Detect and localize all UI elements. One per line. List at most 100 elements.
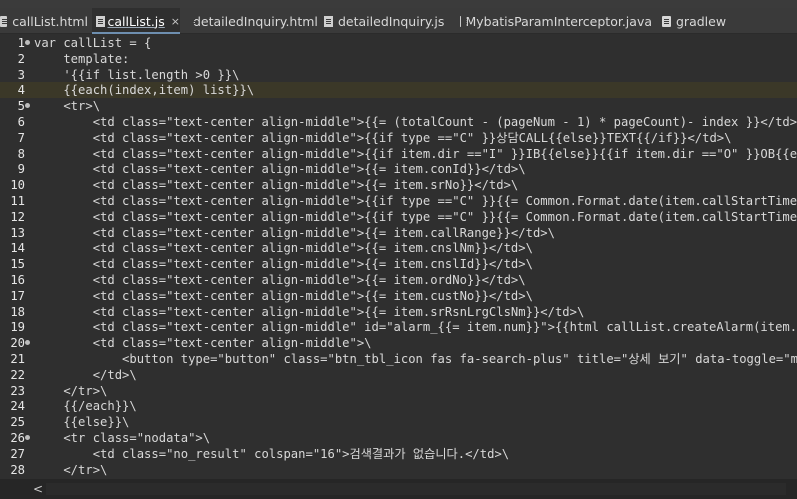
line-number: 13 xyxy=(10,225,25,240)
horizontal-scrollbar[interactable]: < xyxy=(0,479,797,499)
line-number: 2 xyxy=(17,51,25,66)
code-text: <td class="text-center align-middle">{{=… xyxy=(34,304,585,319)
code-line[interactable]: 2 template: xyxy=(0,51,797,67)
tab-label: MybatisParamInterceptor.java xyxy=(465,13,652,29)
code-line[interactable]: 15 <td class="text-center align-middle">… xyxy=(0,256,797,272)
code-text: <td class="text-center align-middle">{{i… xyxy=(34,194,797,208)
scroll-left-arrow-icon[interactable]: < xyxy=(30,479,46,499)
code-line[interactable]: 4 {{each(index,item) list}}\ xyxy=(0,82,797,99)
fold-marker-icon[interactable] xyxy=(25,40,30,45)
code-line[interactable]: 16 <td class="text-center align-middle">… xyxy=(0,272,797,288)
code-line[interactable]: 9 <td class="text-center align-middle">{… xyxy=(0,161,797,177)
line-number: 14 xyxy=(10,241,25,256)
editor-tab-bar: callList.html callList.js × detailedInquiry… xyxy=(0,8,797,34)
code-line[interactable]: 22 </td>\ xyxy=(0,367,797,383)
code-line[interactable]: 1 var callList = { xyxy=(0,35,797,51)
js-file-icon xyxy=(324,15,333,27)
line-number: 9 xyxy=(17,162,25,177)
line-number: 20 xyxy=(10,336,25,351)
line-number: 23 xyxy=(10,383,25,398)
html-file-icon xyxy=(0,15,8,27)
code-line[interactable]: 11 <td class="text-center align-middle">… xyxy=(0,193,797,209)
code-line[interactable]: 26 <tr class="nodata">\ xyxy=(0,430,797,446)
line-number: 24 xyxy=(10,399,25,414)
line-number: 16 xyxy=(10,273,25,287)
code-line[interactable]: 21 <button type="button" class="btn_tbl_… xyxy=(0,351,797,367)
code-text: {{else}}\ xyxy=(34,415,130,430)
js-file-icon xyxy=(96,15,106,27)
code-text: </tr>\ xyxy=(34,383,108,398)
line-number: 10 xyxy=(10,178,25,193)
line-number: 5 xyxy=(17,99,25,114)
code-line[interactable]: 18 <td class="text-center align-middle">… xyxy=(0,304,797,320)
code-text: <button type="button" class="btn_tbl_ico… xyxy=(34,352,797,366)
line-number: 4 xyxy=(17,83,25,98)
code-text: <tr class="nodata">\ xyxy=(34,431,211,445)
code-line[interactable]: 3 '{{if list.length >0 }}\ xyxy=(0,67,797,83)
code-text: <td class="text-center align-middle">{{=… xyxy=(34,241,533,256)
code-line[interactable]: 17 <td class="text-center align-middle">… xyxy=(0,288,797,304)
code-line[interactable]: 5 <tr>\ xyxy=(0,98,797,114)
code-line[interactable]: 25 {{else}}\ xyxy=(0,414,797,430)
scrollbar-track[interactable] xyxy=(46,483,786,495)
tab-calllist-html[interactable]: callList.html xyxy=(0,8,88,34)
code-text: <td class="text-center align-middle">{{i… xyxy=(34,209,797,224)
tab-label: callList.html xyxy=(12,13,88,29)
code-text: <td class="text-center align-middle">{{=… xyxy=(34,178,519,193)
code-text: template: xyxy=(34,51,130,66)
line-number: 7 xyxy=(17,130,25,145)
tab-detailedinquiry-js[interactable]: detailedInquiry.js xyxy=(320,8,450,34)
code-line[interactable]: 12 <td class="text-center align-middle">… xyxy=(0,209,797,225)
code-text: <td class="text-center align-middle">{{=… xyxy=(34,288,533,303)
close-tab-icon[interactable]: × xyxy=(171,15,180,28)
code-text: <td class="text-center align-middle">{{=… xyxy=(34,162,526,177)
tab-calllist-js[interactable]: callList.js × xyxy=(92,8,180,34)
window-top-strip xyxy=(0,0,797,8)
line-number: 12 xyxy=(10,209,25,224)
line-number: 21 xyxy=(10,352,25,366)
line-number: 25 xyxy=(10,415,25,430)
code-text: '{{if list.length >0 }}\ xyxy=(34,67,240,82)
code-line[interactable]: 20 <td class="text-center align-middle">… xyxy=(0,335,797,351)
line-number: 8 xyxy=(17,146,25,161)
line-number: 6 xyxy=(17,115,25,129)
line-number: 19 xyxy=(10,320,25,335)
fold-marker-icon[interactable] xyxy=(25,435,30,440)
line-number: 15 xyxy=(10,257,25,272)
line-number: 11 xyxy=(10,194,25,208)
code-line[interactable]: 24 {{/each}}\ xyxy=(0,398,797,414)
code-text: <td class="text-center align-middle">{{=… xyxy=(34,225,555,240)
line-number: 1 xyxy=(17,36,25,50)
tab-gradlew[interactable]: gradlew xyxy=(658,8,748,34)
code-line[interactable]: 14 <td class="text-center align-middle">… xyxy=(0,240,797,256)
code-line[interactable]: 8 <td class="text-center align-middle">{… xyxy=(0,146,797,162)
code-text: <td class="no_result" colspan="16">검색결과가… xyxy=(34,446,510,461)
tab-detailedinquiry-html[interactable]: detailedInquiry.html xyxy=(184,8,318,34)
code-text: <td class="text-center align-middle">\ xyxy=(34,336,372,351)
code-editor[interactable]: 1 var callList = {2 template: 3 '{{if list… xyxy=(0,34,797,479)
fold-marker-icon[interactable] xyxy=(25,103,30,109)
line-number: 3 xyxy=(17,67,25,82)
tab-label: detailedInquiry.html xyxy=(193,13,318,29)
code-line[interactable]: 23 </tr>\ xyxy=(0,383,797,399)
code-line[interactable]: 28 </tr>\ xyxy=(0,462,797,478)
line-number: 26 xyxy=(10,431,25,445)
code-text: <tr>\ xyxy=(34,99,101,114)
code-line[interactable]: 7 <td class="text-center align-middle">{… xyxy=(0,130,797,146)
tab-mybatisparaminterceptor-java[interactable]: MybatisParamInterceptor.java xyxy=(456,8,652,34)
code-text: var callList = { xyxy=(34,36,152,50)
fold-marker-icon[interactable] xyxy=(25,340,30,346)
code-line[interactable]: 27 <td class="no_result" colspan="16">검색… xyxy=(0,446,797,462)
code-text: <td class="text-center align-middle">{{i… xyxy=(34,130,732,145)
code-text: <td class="text-center align-middle">{{=… xyxy=(34,273,526,287)
code-text: </tr>\ xyxy=(34,462,108,477)
code-text: <td class="text-center align-middle">{{i… xyxy=(34,146,797,161)
code-text: <td class="text-center align-middle">{{=… xyxy=(34,257,533,272)
line-number: 28 xyxy=(10,462,25,477)
line-number: 17 xyxy=(10,288,25,303)
code-line[interactable]: 13 <td class="text-center align-middle">… xyxy=(0,225,797,241)
code-text: <td class="text-center align-middle">{{=… xyxy=(34,115,797,129)
code-line[interactable]: 10 <td class="text-center align-middle">… xyxy=(0,177,797,193)
code-line[interactable]: 6 <td class="text-center align-middle">{… xyxy=(0,114,797,130)
code-line[interactable]: 19 <td class="text-center align-middle" … xyxy=(0,319,797,335)
